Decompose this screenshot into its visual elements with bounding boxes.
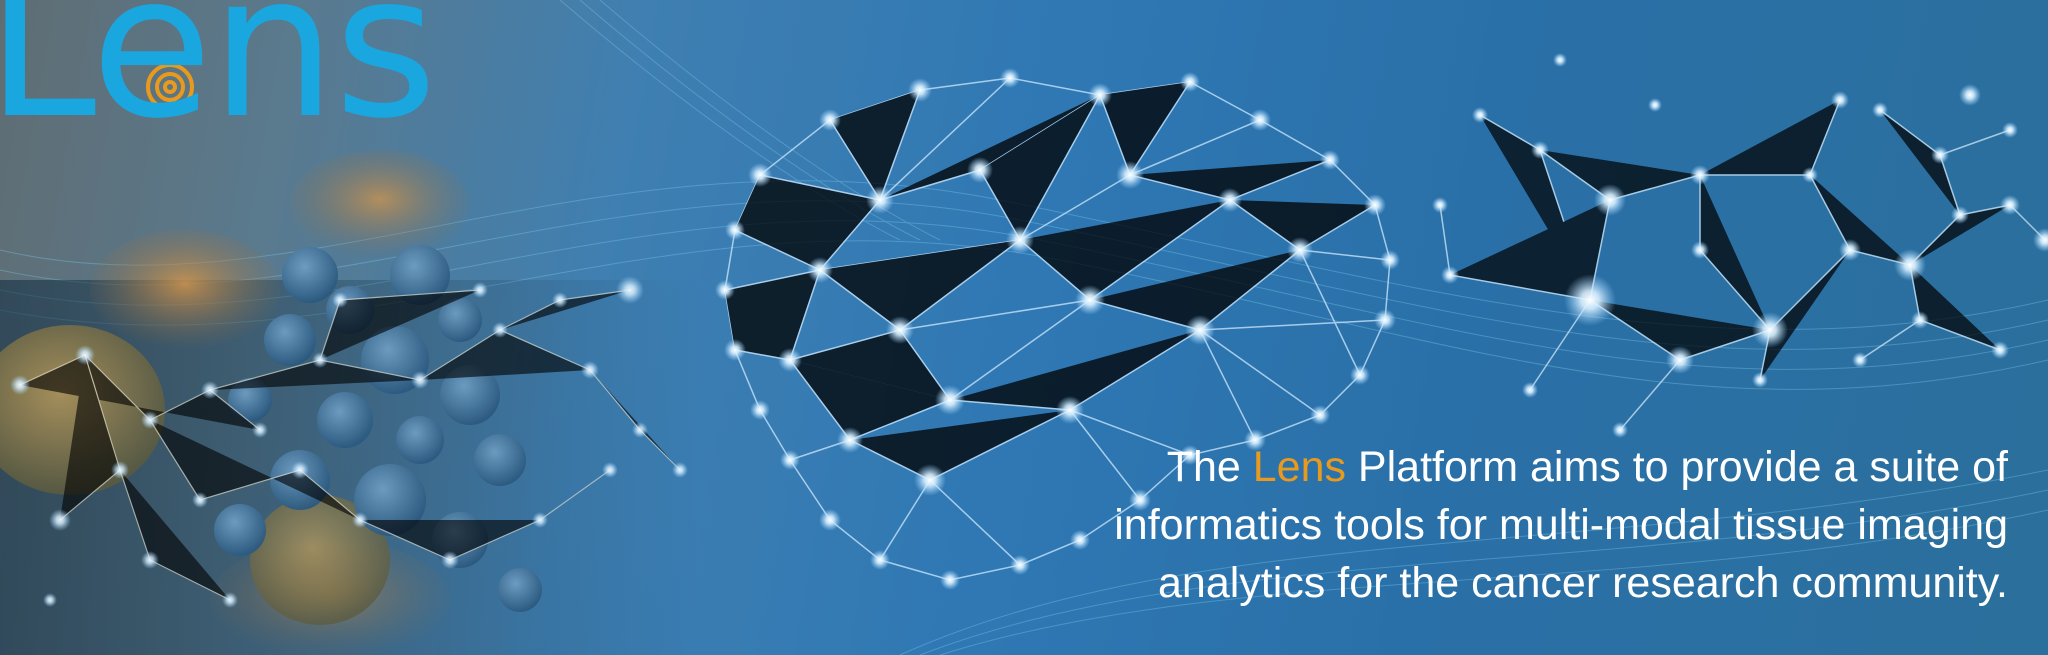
molecule-network-icon [1439,99,2046,431]
tagline-line1: Platform aims to provide a suite of [1345,443,2008,491]
hero-banner: Lens The Lens Platform aims to provide a… [0,0,2048,655]
tagline-line3: analytics for the cancer research commun… [1158,559,2008,607]
tagline-prefix: The [1166,443,1253,491]
tagline-line2: informatics tools for multi-modal tissue… [1114,501,2008,549]
tagline-highlight: Lens [1252,443,1346,491]
platform-tagline: The Lens Platform aims to provide a suit… [908,438,2008,612]
lens-logo: Lens [0,0,437,162]
